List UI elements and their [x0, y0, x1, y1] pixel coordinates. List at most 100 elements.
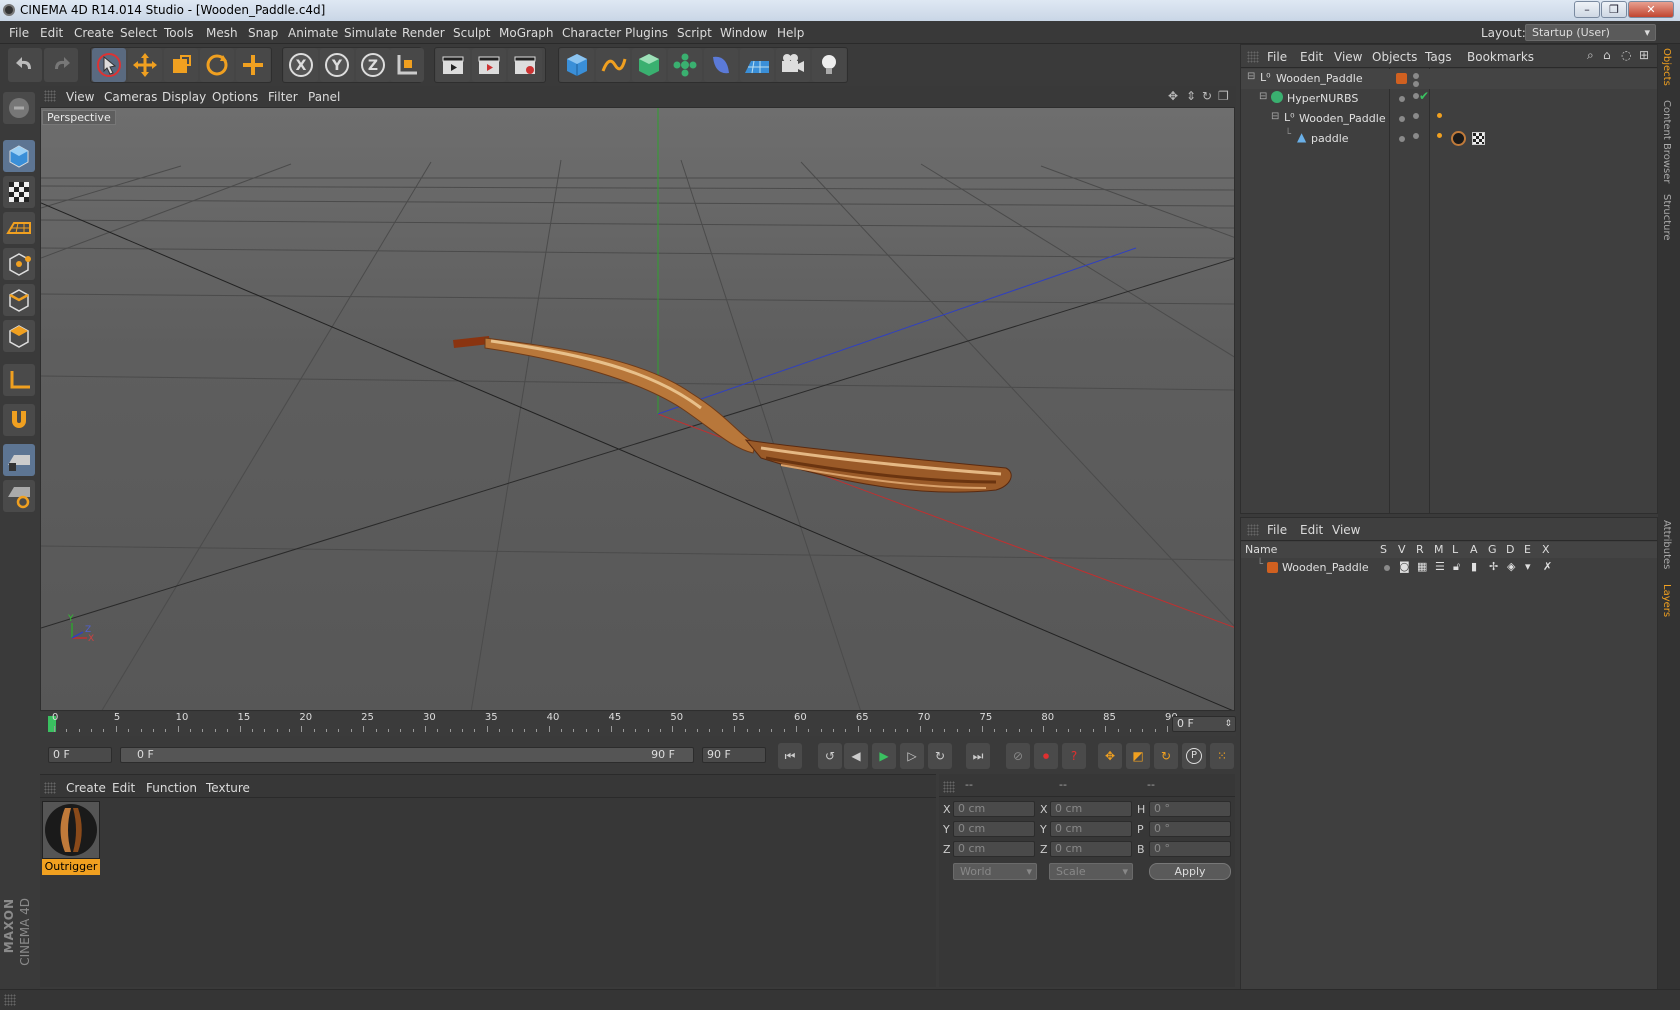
size-y-field[interactable]: 0 cm: [1050, 821, 1132, 837]
timeline-ruler[interactable]: 051015202530354045505560657075808590 0 F…: [40, 712, 1236, 736]
autokey-button[interactable]: ?: [1062, 743, 1086, 769]
objects-menu-objects[interactable]: Objects: [1372, 50, 1417, 64]
layer-color-swatch[interactable]: [1267, 562, 1278, 573]
col-manager[interactable]: M: [1434, 543, 1444, 556]
solo-toggle[interactable]: [1384, 565, 1390, 571]
objects-menu-file[interactable]: File: [1267, 50, 1287, 64]
layers-menu-file[interactable]: File: [1267, 523, 1287, 537]
material-menu-create[interactable]: Create: [66, 781, 106, 795]
objects-menu-bookmarks[interactable]: Bookmarks: [1467, 50, 1534, 64]
visibility-render-dot[interactable]: [1413, 113, 1419, 119]
object-row-hypernurbs[interactable]: ⊟ HyperNURBS ✔: [1241, 89, 1657, 109]
add-light-button[interactable]: [812, 48, 846, 82]
next-key-button[interactable]: ↻: [928, 743, 952, 769]
rot-h-field[interactable]: 0 °: [1149, 801, 1231, 817]
pos-x-field[interactable]: 0 cm: [953, 801, 1035, 817]
next-frame-button[interactable]: ▷: [900, 743, 924, 769]
search-icon[interactable]: ⌕: [1587, 48, 1594, 63]
collapse-icon[interactable]: ⊟: [1271, 111, 1279, 122]
menu-render[interactable]: Render: [402, 26, 445, 40]
menu-script[interactable]: Script: [677, 26, 712, 40]
menu-create[interactable]: Create: [74, 26, 114, 40]
viewport-menu-cameras[interactable]: Cameras: [104, 90, 157, 104]
objects-menu-tags[interactable]: Tags: [1425, 50, 1452, 64]
menu-animate[interactable]: Animate: [288, 26, 338, 40]
viewport-rotate-icon[interactable]: ↻: [1202, 89, 1212, 103]
make-editable-button[interactable]: [3, 92, 35, 124]
col-locked[interactable]: L: [1452, 543, 1458, 556]
motion-record-button[interactable]: ⊘: [1006, 743, 1030, 769]
visibility-render-dot[interactable]: [1413, 81, 1419, 87]
tab-layers[interactable]: Layers: [1661, 584, 1672, 617]
previous-frame-button[interactable]: ◀: [844, 743, 868, 769]
move-tool-button[interactable]: [128, 48, 162, 82]
visibility-editor-dot[interactable]: [1399, 136, 1405, 142]
add-deformer-button[interactable]: [704, 48, 738, 82]
size-x-field[interactable]: 0 cm: [1050, 801, 1132, 817]
xref-icon[interactable]: ✗: [1543, 560, 1552, 573]
size-z-field[interactable]: 0 cm: [1050, 841, 1132, 857]
key-parameter-button[interactable]: P: [1182, 743, 1206, 769]
live-select-button[interactable]: [92, 48, 126, 82]
maximize-button[interactable]: ❐: [1601, 1, 1627, 18]
material-tag-icon[interactable]: [1451, 131, 1466, 146]
recent-tool-button[interactable]: [236, 48, 270, 82]
add-nurbs-button[interactable]: [632, 48, 666, 82]
coordinate-system-button[interactable]: [390, 48, 424, 82]
add-camera-button[interactable]: [776, 48, 810, 82]
start-frame-field[interactable]: 0 F: [48, 747, 112, 763]
material-swatch-outrigger[interactable]: Outrigger: [42, 801, 100, 875]
col-deformers[interactable]: D: [1506, 543, 1514, 556]
rotate-tool-button[interactable]: [200, 48, 234, 82]
collapse-icon[interactable]: ⊟: [1259, 91, 1267, 102]
menu-select[interactable]: Select: [120, 26, 157, 40]
uvw-tag-icon[interactable]: [1472, 132, 1485, 145]
goto-end-button[interactable]: ⏭: [966, 743, 990, 769]
material-menu-texture[interactable]: Texture: [206, 781, 250, 795]
y-axis-lock-button[interactable]: Y: [320, 48, 354, 82]
x-axis-lock-button[interactable]: X: [284, 48, 318, 82]
viewport-menu-view[interactable]: View: [66, 90, 94, 104]
col-render[interactable]: R: [1416, 543, 1424, 556]
model-mode-button[interactable]: [3, 140, 35, 172]
new-window-icon[interactable]: ⊞: [1639, 48, 1649, 62]
layers-menu-view[interactable]: View: [1332, 523, 1360, 537]
expressions-icon[interactable]: ▾: [1525, 560, 1531, 573]
tab-objects[interactable]: Objects: [1661, 48, 1672, 86]
collapse-icon[interactable]: ⊟: [1247, 71, 1255, 82]
col-animation[interactable]: A: [1470, 543, 1478, 556]
visibility-render-dot[interactable]: [1413, 133, 1419, 139]
animation-icon[interactable]: ▮: [1471, 560, 1477, 573]
menu-window[interactable]: Window: [720, 26, 767, 40]
add-spline-button[interactable]: [596, 48, 630, 82]
redo-button[interactable]: [44, 48, 78, 82]
scale-tool-button[interactable]: [164, 48, 198, 82]
tag-dot-icon[interactable]: [1437, 133, 1442, 138]
tab-content-browser[interactable]: Content Browser: [1661, 100, 1672, 183]
points-mode-button[interactable]: [3, 248, 35, 280]
workplane-mode-button[interactable]: [3, 212, 35, 244]
add-cube-button[interactable]: [560, 48, 594, 82]
lock-icon[interactable]: 🔓︎: [1453, 560, 1460, 574]
texture-mode-button[interactable]: [3, 176, 35, 208]
menu-file[interactable]: File: [9, 26, 29, 40]
object-row-paddle[interactable]: └ ▲ paddle: [1241, 129, 1657, 149]
col-solo[interactable]: S: [1380, 543, 1387, 556]
workplane-lock-button[interactable]: [3, 444, 35, 476]
key-position-button[interactable]: ✥: [1098, 743, 1122, 769]
axis-mode-button[interactable]: [3, 364, 35, 396]
snap-toggle-button[interactable]: [3, 404, 35, 436]
menu-plugins[interactable]: Plugins: [625, 26, 668, 40]
previous-key-button[interactable]: ↺: [818, 743, 842, 769]
rot-b-field[interactable]: 0 °: [1149, 841, 1231, 857]
layer-color-swatch[interactable]: [1396, 73, 1407, 84]
col-expressions[interactable]: E: [1524, 543, 1531, 556]
view-eye-icon[interactable]: ◙: [1399, 560, 1410, 573]
object-row-wooden-paddle[interactable]: ⊟ L⁰ Wooden_Paddle: [1241, 69, 1657, 89]
z-axis-lock-button[interactable]: Z: [356, 48, 390, 82]
col-view[interactable]: V: [1398, 543, 1406, 556]
workplane-rotate-button[interactable]: [3, 480, 35, 512]
polygons-mode-button[interactable]: [3, 320, 35, 352]
viewport-menu-options[interactable]: Options: [212, 90, 258, 104]
menu-tools[interactable]: Tools: [164, 26, 194, 40]
